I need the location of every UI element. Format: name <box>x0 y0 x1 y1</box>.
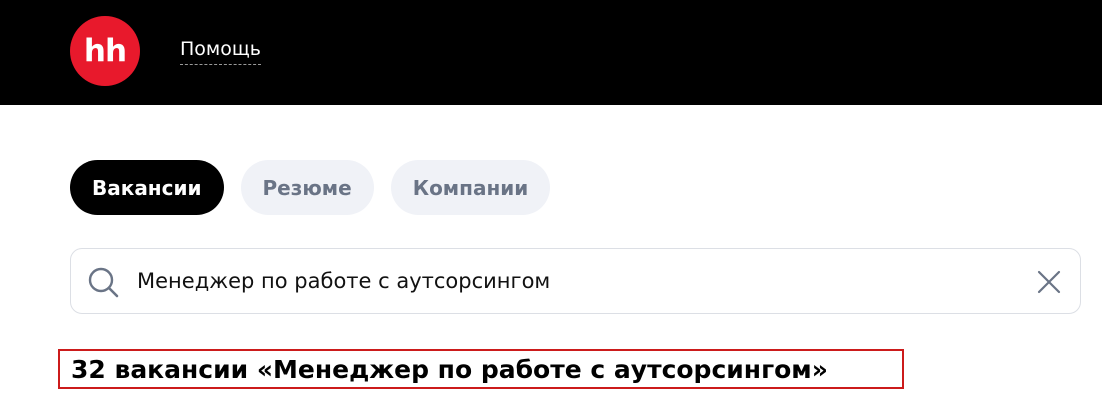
tab-vacancies[interactable]: Вакансии <box>70 160 224 215</box>
search-input[interactable] <box>137 261 1017 301</box>
search-type-tabs: Вакансии Резюме Компании <box>70 160 551 215</box>
help-link[interactable]: Помощь <box>180 38 261 65</box>
tab-companies[interactable]: Компании <box>390 160 551 215</box>
hh-logo[interactable]: hh <box>70 16 140 86</box>
results-title: 32 вакансии «Менеджер по работе с аутсор… <box>58 349 904 389</box>
close-icon[interactable] <box>1036 269 1062 295</box>
search-icon <box>88 267 119 298</box>
search-box <box>70 248 1081 314</box>
top-header: hh Помощь <box>0 0 1102 105</box>
tab-resumes[interactable]: Резюме <box>240 160 374 215</box>
